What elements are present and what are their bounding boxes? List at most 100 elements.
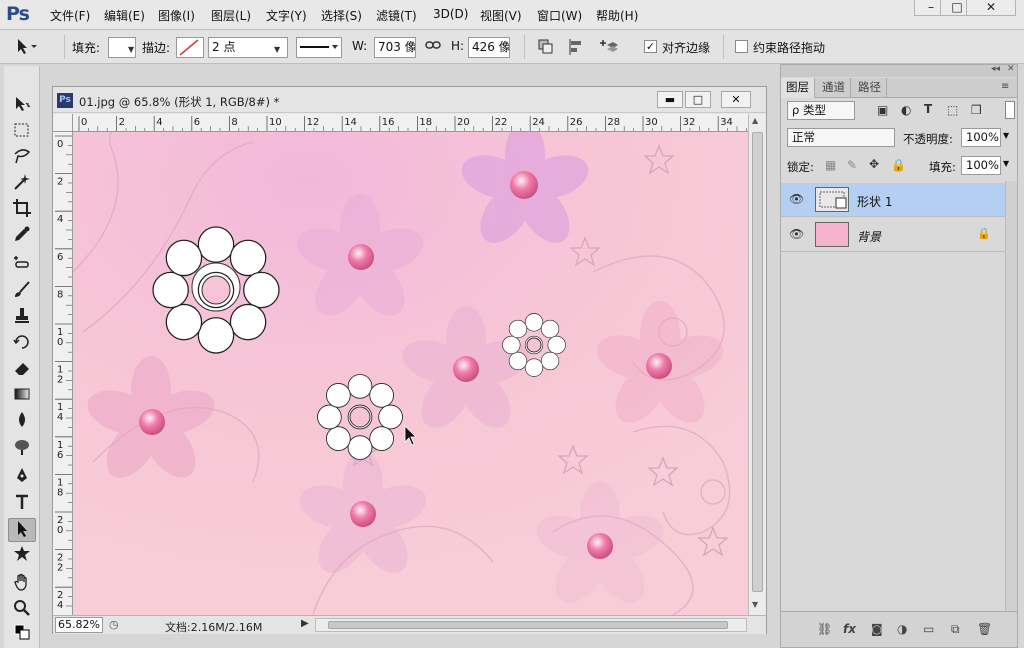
menu-type[interactable]: 文字(Y) <box>266 7 307 24</box>
layer-name[interactable]: 形状 1 <box>857 193 892 210</box>
vertical-ruler[interactable]: 024681012141618202224 <box>53 132 73 615</box>
move-tool-icon[interactable] <box>8 94 36 118</box>
new-layer-icon[interactable]: ⧉ <box>951 622 960 637</box>
blur-tool-icon[interactable] <box>8 410 36 434</box>
ruler-label: 14 <box>344 117 357 128</box>
tab-channels[interactable]: 通道 <box>817 78 851 98</box>
filter-smart-object-icon[interactable]: ❒ <box>971 103 982 117</box>
path-alignment-icon[interactable] <box>567 38 587 60</box>
layer-row-shape[interactable]: 👁 形状 1 <box>781 183 1005 217</box>
zoom-level-input[interactable]: 65.82% <box>55 617 103 633</box>
eyedropper-tool-icon[interactable] <box>8 224 36 248</box>
lasso-tool-icon[interactable] <box>8 146 36 170</box>
layer-filter-select[interactable]: ρ 类型 <box>787 101 855 120</box>
dodge-tool-icon[interactable] <box>8 436 36 460</box>
color-swatches-icon[interactable] <box>8 622 36 646</box>
menu-edit[interactable]: 编辑(E) <box>104 7 145 24</box>
fill-input[interactable]: 100% <box>961 156 1001 175</box>
adjustment-layer-icon[interactable]: ◑ <box>897 622 907 636</box>
tab-paths[interactable]: 路径 <box>853 78 887 98</box>
document-title-bar[interactable]: Ps 01.jpg @ 65.8% (形状 1, RGB/8#) * ▬ □ ✕ <box>53 87 766 113</box>
menu-file[interactable]: 文件(F) <box>50 7 90 24</box>
doc-close-button[interactable]: ✕ <box>721 91 751 108</box>
filter-pixel-icon[interactable]: ▣ <box>877 103 888 117</box>
stroke-swatch[interactable] <box>176 37 204 58</box>
status-info-icon[interactable]: ◷ <box>109 618 119 631</box>
layer-style-fx-icon[interactable]: fx <box>843 622 856 636</box>
filter-adjustment-icon[interactable]: ◐ <box>901 103 911 117</box>
vertical-scrollbar[interactable]: ▲ ▼ <box>748 114 766 615</box>
app-close-button[interactable]: ✕ <box>966 0 1016 16</box>
eraser-tool-icon[interactable] <box>8 358 36 382</box>
panel-menu-icon[interactable]: ≡ <box>1001 81 1009 92</box>
doc-maximize-button[interactable]: □ <box>685 91 711 108</box>
chevron-down-icon[interactable]: ▼ <box>1003 131 1009 140</box>
panel-collapse-bar[interactable]: ◂◂ ✕ <box>781 64 1017 77</box>
horizontal-scrollbar[interactable] <box>315 618 747 632</box>
lock-transparency-icon[interactable]: ▦ <box>825 158 836 172</box>
horizontal-scroll-thumb[interactable] <box>328 621 728 629</box>
path-selection-tool-icon[interactable] <box>8 518 36 542</box>
lock-position-icon[interactable]: ✥ <box>869 157 879 171</box>
menu-3d[interactable]: 3D(D) <box>433 7 468 21</box>
chevron-down-icon[interactable]: ▼ <box>274 45 280 54</box>
custom-shape-tool-icon[interactable] <box>8 544 36 568</box>
menu-filter[interactable]: 滤镜(T) <box>376 7 417 24</box>
height-input[interactable]: 426 像素 <box>468 37 510 58</box>
hand-tool-icon[interactable] <box>8 572 36 596</box>
link-icon[interactable] <box>425 38 441 56</box>
horizontal-ruler[interactable]: 0 2 4 6 8 10 12 14 16 18 20 22 24 26 28 30 32 34 <box>73 114 748 132</box>
filter-type-icon[interactable]: T <box>924 102 932 116</box>
link-layers-icon[interactable]: ⛓ <box>817 622 832 636</box>
crop-tool-icon[interactable] <box>8 198 36 222</box>
menu-help[interactable]: 帮助(H) <box>596 7 638 24</box>
canvas[interactable] <box>73 132 748 615</box>
marquee-tool-icon[interactable] <box>8 120 36 144</box>
gradient-tool-icon[interactable] <box>8 384 36 408</box>
menu-window[interactable]: 窗口(W) <box>537 7 582 24</box>
visibility-eye-icon[interactable]: 👁 <box>789 227 804 241</box>
delete-layer-icon[interactable]: 🗑 <box>977 622 992 636</box>
ruler-origin[interactable] <box>53 114 73 132</box>
filter-toggle-switch[interactable] <box>1005 101 1015 119</box>
new-group-icon[interactable]: ▭ <box>923 622 934 636</box>
path-arrangement-icon[interactable] <box>597 38 619 60</box>
tab-layers[interactable]: 图层 <box>781 78 815 98</box>
lock-all-icon[interactable]: 🔒 <box>891 158 906 172</box>
visibility-eye-icon[interactable]: 👁 <box>789 192 804 206</box>
menu-layer[interactable]: 图层(L) <box>211 7 251 24</box>
magic-wand-tool-icon[interactable] <box>8 172 36 196</box>
doc-minimize-button[interactable]: ▬ <box>657 91 683 108</box>
constrain-path-checkbox[interactable] <box>735 40 748 53</box>
chevron-down-icon[interactable]: ▼ <box>1003 159 1009 168</box>
lock-pixels-icon[interactable]: ✎ <box>847 158 857 172</box>
layer-row-background[interactable]: 👁 背景 🔒 <box>781 218 1005 252</box>
vertical-scroll-thumb[interactable] <box>752 132 763 592</box>
layer-name[interactable]: 背景 <box>857 228 881 245</box>
filter-shape-icon[interactable]: ⬚ <box>947 103 958 117</box>
clone-stamp-tool-icon[interactable] <box>8 306 36 330</box>
panel-scrollbar[interactable] <box>1005 181 1017 611</box>
path-selection-preset-icon[interactable] <box>12 37 38 59</box>
stroke-type-select[interactable] <box>296 37 342 58</box>
type-tool-icon[interactable] <box>8 492 36 516</box>
align-edges-checkbox[interactable]: ✓ <box>644 40 657 53</box>
panel-close-icon[interactable]: ✕ <box>1007 64 1015 74</box>
menu-view[interactable]: 视图(V) <box>480 7 522 24</box>
blend-mode-select[interactable]: 正常 <box>787 128 895 147</box>
add-mask-icon[interactable]: ◙ <box>871 622 883 636</box>
history-brush-tool-icon[interactable] <box>8 332 36 356</box>
zoom-tool-icon[interactable] <box>8 598 36 622</box>
healing-brush-tool-icon[interactable] <box>8 254 36 278</box>
path-operations-icon[interactable] <box>537 38 557 60</box>
opacity-input[interactable]: 100% <box>961 128 1001 147</box>
status-menu-arrow-icon[interactable]: ▶ <box>301 618 309 629</box>
menu-select[interactable]: 选择(S) <box>321 7 362 24</box>
width-input[interactable]: 703 像素 <box>374 37 416 58</box>
scroll-up-icon[interactable]: ▲ <box>752 116 758 125</box>
pen-tool-icon[interactable] <box>8 466 36 490</box>
scroll-down-icon[interactable]: ▼ <box>752 600 758 609</box>
brush-tool-icon[interactable] <box>8 280 36 304</box>
menu-image[interactable]: 图像(I) <box>158 7 195 24</box>
collapse-icon[interactable]: ◂◂ <box>991 64 1000 74</box>
